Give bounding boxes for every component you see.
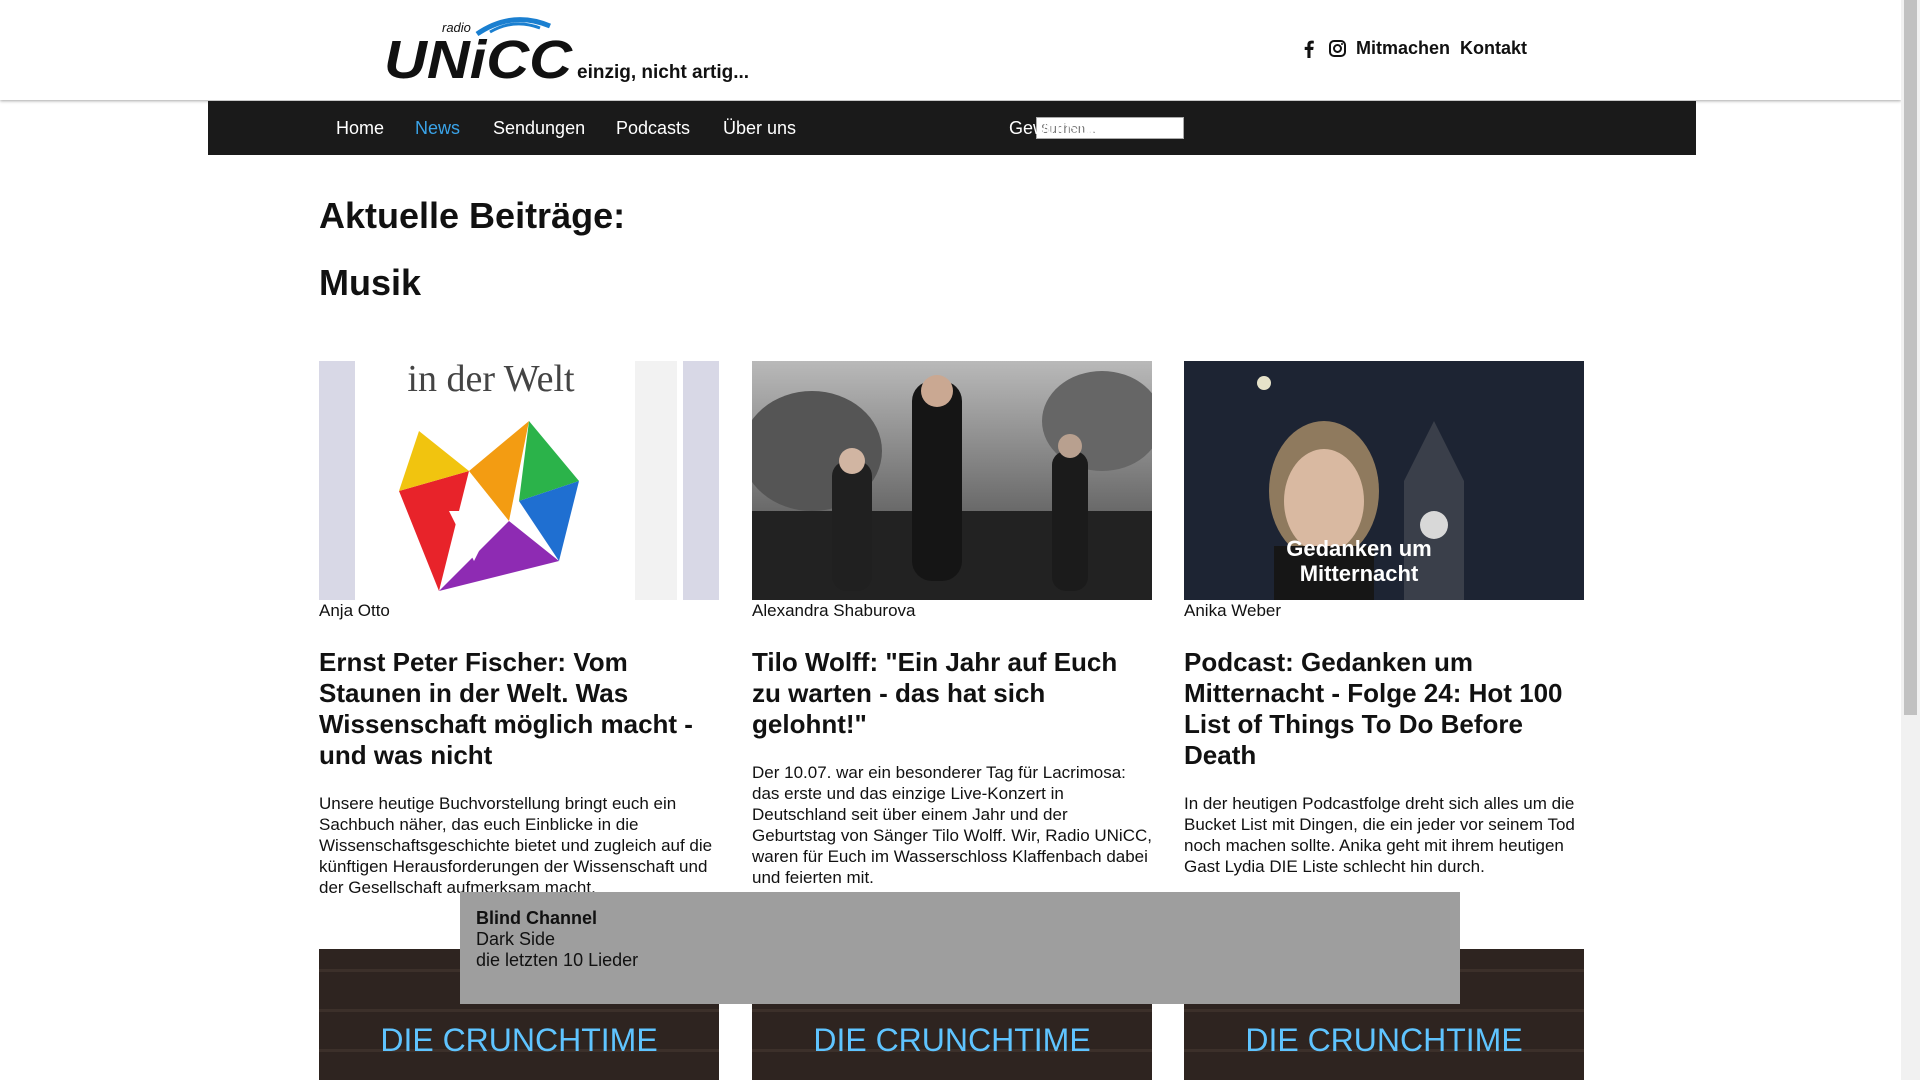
article-card[interactable]: Alexandra Shaburova Tilo Wolff: "Ein Jah…	[752, 361, 1152, 888]
svg-text:UNiCC: UNiCC	[384, 30, 573, 84]
page-scrollbar[interactable]	[1901, 0, 1920, 1080]
article-author: Anja Otto	[319, 601, 390, 620]
article-title[interactable]: Tilo Wolff: "Ein Jahr auf Euch zu warten…	[752, 647, 1152, 740]
page-title: Aktuelle Beiträge:	[319, 195, 626, 236]
article-excerpt: In der heutigen Podcastfolge dreht sich …	[1184, 794, 1575, 876]
main-nav: Home News Sendungen Podcasts Über uns Ge…	[208, 101, 1696, 155]
article-excerpt: Unsere heutige Buchvorstellung bringt eu…	[319, 794, 713, 897]
nav-gewinnspiele[interactable]: Gewinnspiele	[1009, 118, 1117, 139]
scrollbar-thumb[interactable]	[1904, 0, 1917, 715]
link-mitmachen[interactable]: Mitmachen	[1356, 38, 1450, 59]
link-kontakt[interactable]: Kontakt	[1460, 38, 1527, 59]
nav-home[interactable]: Home	[336, 118, 384, 139]
crunchtime-title: DIE CRUNCHTIME	[1245, 1022, 1522, 1058]
nav-sendungen[interactable]: Sendungen	[493, 118, 585, 139]
site-logo[interactable]: radio UNiCC	[382, 12, 577, 84]
facebook-icon[interactable]	[1300, 39, 1318, 59]
article-image[interactable]: Gedanken um Mitternacht	[1184, 361, 1584, 600]
article-author: Alexandra Shaburova	[752, 601, 916, 620]
article-card[interactable]: in der Welt Anja Otto Ernst Peter Fische…	[319, 361, 719, 898]
article-excerpt: Der 10.07. war ein besonderer Tag für La…	[752, 763, 1152, 887]
article-title[interactable]: Ernst Peter Fischer: Vom Staunen in der …	[319, 647, 719, 771]
unicc-logo-graphic: radio UNiCC	[384, 17, 573, 84]
now-playing-track: Dark Side	[476, 929, 556, 949]
instagram-icon[interactable]	[1328, 39, 1346, 59]
article-author: Anika Weber	[1184, 601, 1282, 620]
crunchtime-title: DIE CRUNCHTIME	[813, 1022, 1090, 1058]
podcast-cover-line1: Gedanken um	[1286, 536, 1431, 561]
article-title[interactable]: Podcast: Gedanken um Mitternacht - Folge…	[1184, 647, 1584, 771]
article-image[interactable]: in der Welt	[319, 361, 719, 600]
nav-podcasts[interactable]: Podcasts	[616, 118, 690, 139]
crunchtime-title: DIE CRUNCHTIME	[380, 1022, 657, 1058]
nav-news[interactable]: News	[415, 118, 460, 139]
header-links: Mitmachen Kontakt	[1300, 38, 1527, 59]
article-card[interactable]: Gedanken um Mitternacht Anika Weber Podc…	[1184, 361, 1584, 877]
podcast-cover-line2: Mitternacht	[1300, 561, 1419, 586]
article-image[interactable]	[752, 361, 1152, 600]
last-10-songs-link[interactable]: die letzten 10 Lieder	[476, 950, 638, 971]
now-playing-artist: Blind Channel	[476, 908, 597, 928]
book-cover-title: in der Welt	[407, 361, 575, 400]
now-playing-panel: Blind Channel Dark Side die letzten 10 L…	[460, 892, 1460, 1004]
site-header: radio UNiCC einzig, nicht artig... Mitma…	[0, 0, 1901, 100]
nav-ueber-uns[interactable]: Über uns	[723, 118, 796, 139]
site-slogan: einzig, nicht artig...	[577, 62, 750, 83]
section-title: Musik	[319, 262, 422, 303]
